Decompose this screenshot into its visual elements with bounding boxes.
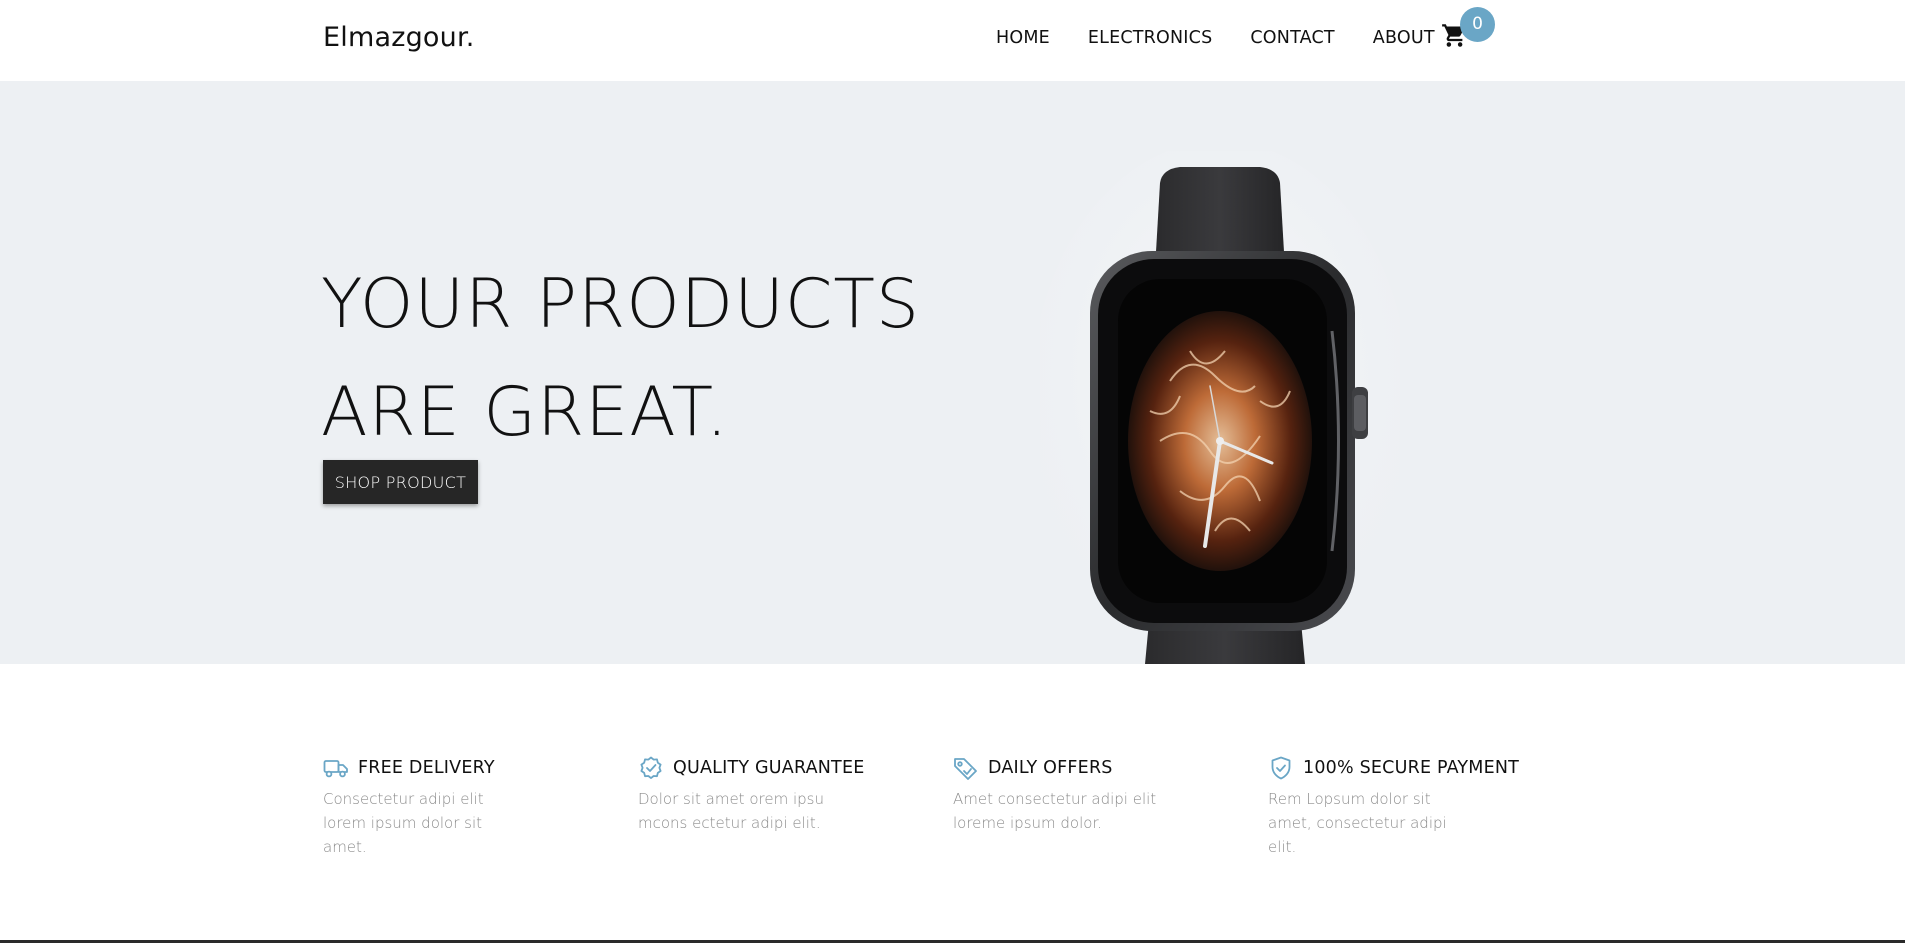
smartwatch-product-image — [1040, 151, 1400, 664]
truck-icon — [323, 760, 348, 778]
feature-secure-payment: 100% SECURE PAYMENT Rem Lopsum dolor sit… — [1268, 756, 1568, 859]
cart-count-badge[interactable]: 0 — [1460, 7, 1495, 42]
nav-about[interactable]: ABOUT — [1373, 28, 1435, 48]
nav-contact[interactable]: CONTACT — [1250, 28, 1334, 48]
nav-home[interactable]: HOME — [996, 28, 1050, 48]
hero-title-line-2: ARE GREAT. — [321, 373, 729, 452]
features-section: FREE DELIVERY Consectetur adipi elit lor… — [0, 664, 1905, 943]
feature-title: FREE DELIVERY — [358, 758, 495, 778]
brand-logo[interactable]: Elmazgour. — [323, 22, 475, 53]
feature-head: FREE DELIVERY — [323, 756, 623, 780]
feature-title: 100% SECURE PAYMENT — [1303, 758, 1520, 778]
feature-head: DAILY OFFERS — [953, 756, 1253, 780]
hero-title-line-1: YOUR PRODUCTS — [321, 265, 921, 344]
hero-section: YOUR PRODUCTS ARE GREAT. SHOP PRODUCT — [0, 81, 1905, 664]
feature-quality-guarantee: QUALITY GUARANTEE Dolor sit amet orem ip… — [638, 756, 938, 835]
site-header: Elmazgour. HOME ELECTRONICS CONTACT ABOU… — [0, 0, 1905, 81]
feature-title: DAILY OFFERS — [988, 758, 1113, 778]
feature-title: QUALITY GUARANTEE — [673, 758, 865, 778]
shop-product-button[interactable]: SHOP PRODUCT — [323, 460, 478, 504]
hero-title: YOUR PRODUCTS ARE GREAT. — [321, 251, 920, 467]
page: Elmazgour. HOME ELECTRONICS CONTACT ABOU… — [0, 0, 1905, 943]
main-nav: HOME ELECTRONICS CONTACT ABOUT — [996, 28, 1435, 48]
feature-description: Amet consectetur adipi elit loreme ipsum… — [953, 790, 1157, 832]
badge-check-icon — [640, 756, 662, 779]
feature-free-delivery: FREE DELIVERY Consectetur adipi elit lor… — [323, 756, 623, 859]
tag-icon — [954, 758, 977, 780]
feature-head: QUALITY GUARANTEE — [638, 756, 938, 780]
shield-check-icon — [1271, 756, 1291, 780]
feature-description: Dolor sit amet orem ipsu mcons ectetur a… — [638, 790, 824, 832]
feature-head: 100% SECURE PAYMENT — [1268, 756, 1568, 780]
feature-daily-offers: DAILY OFFERS Amet consectetur adipi elit… — [953, 756, 1253, 835]
feature-description: Rem Lopsum dolor sit amet, consectetur a… — [1268, 790, 1447, 856]
nav-electronics[interactable]: ELECTRONICS — [1088, 28, 1213, 48]
feature-description: Consectetur adipi elit lorem ipsum dolor… — [323, 790, 484, 856]
